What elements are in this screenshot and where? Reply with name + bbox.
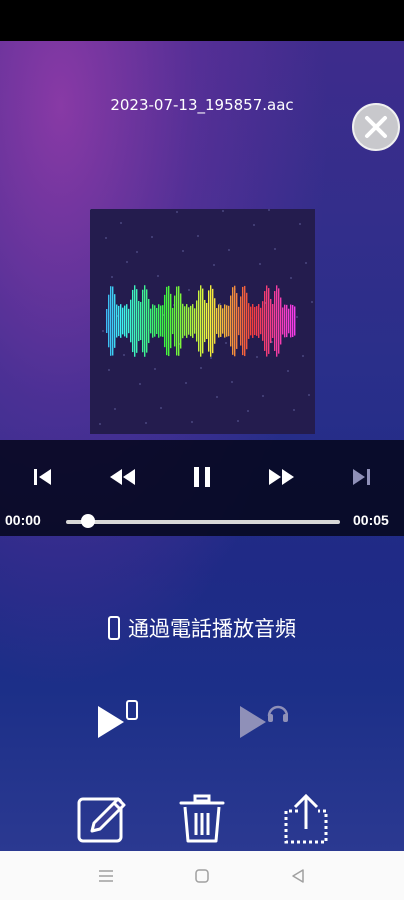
home-icon[interactable] — [192, 866, 212, 886]
pause-icon[interactable] — [187, 462, 217, 492]
file-name: 2023-07-13_195857.aac — [110, 96, 294, 114]
seek-bar[interactable] — [66, 520, 340, 524]
share-icon[interactable] — [280, 793, 332, 845]
total-time: 00:05 — [353, 512, 389, 528]
player-controls: 00:00 00:05 — [0, 440, 404, 536]
system-nav-bar — [0, 851, 404, 900]
album-art — [89, 208, 315, 434]
seek-thumb[interactable] — [80, 514, 95, 528]
current-time: 00:00 — [5, 512, 41, 528]
edit-icon[interactable] — [76, 793, 128, 845]
phone-icon — [108, 616, 120, 640]
trash-icon[interactable] — [176, 793, 228, 845]
back-icon[interactable] — [288, 866, 308, 886]
play-on-phone-icon[interactable] — [96, 696, 146, 746]
fast-forward-icon[interactable] — [267, 462, 297, 492]
close-icon — [365, 116, 387, 138]
audio-output-text: 通過電話播放音頻 — [128, 617, 296, 641]
play-on-headset-icon[interactable] — [238, 696, 288, 746]
player-screen: 2023-07-13_195857.aac 00:00 00:05 通過電話播放… — [0, 41, 404, 851]
status-bar — [0, 0, 404, 41]
skip-previous-icon[interactable] — [28, 462, 58, 492]
skip-next-icon[interactable] — [347, 462, 377, 492]
menu-icon[interactable] — [96, 866, 116, 886]
waveform-image — [89, 208, 313, 425]
audio-output-label: 通過電話播放音頻 — [0, 613, 404, 643]
close-button[interactable] — [352, 103, 400, 151]
rewind-icon[interactable] — [107, 462, 137, 492]
